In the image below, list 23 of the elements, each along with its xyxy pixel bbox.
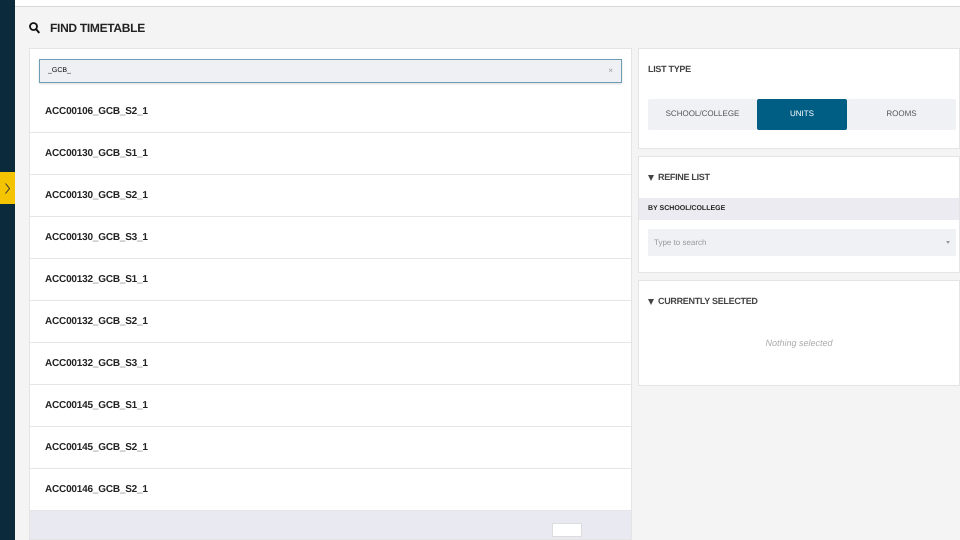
dropdown-icon	[946, 241, 950, 244]
caret-icon[interactable]	[648, 299, 654, 306]
section-title: LIST TYPE	[647, 63, 692, 76]
list-type-tab[interactable]: UNITS	[757, 98, 847, 130]
search-icon	[29, 22, 40, 34]
result-item[interactable]: ACC00106_GCB_S2_1	[30, 91, 631, 134]
page-title: FIND TIMETABLE	[50, 21, 145, 36]
expand-sidebar-button[interactable]	[0, 172, 15, 204]
list-type-tab[interactable]: SCHOOL/COLLEGE	[648, 98, 757, 130]
result-item[interactable]: ACC00132_GCB_S1_1	[30, 259, 631, 302]
result-item[interactable]: ACC00132_GCB_S3_1	[30, 343, 631, 386]
section-title: REFINE LIST	[658, 171, 710, 184]
caret-icon[interactable]	[648, 175, 654, 182]
result-item[interactable]: ACC00132_GCB_S2_1	[30, 301, 631, 344]
list-type-tab[interactable]: ROOMS	[847, 98, 956, 130]
result-item[interactable]: ACC00130_GCB_S1_1	[30, 133, 631, 176]
empty-message: Nothing selected	[765, 338, 833, 348]
result-item[interactable]: ACC00130_GCB_S3_1	[30, 217, 631, 260]
chevron-icon	[5, 182, 10, 194]
result-item[interactable]: ACC00145_GCB_S2_1	[30, 427, 631, 470]
result-item[interactable]: ACC00130_GCB_S2_1	[30, 175, 631, 218]
result-item[interactable]: ACC00145_GCB_S1_1	[30, 385, 631, 428]
section-title: CURRENTLY SELECTED	[658, 295, 758, 308]
